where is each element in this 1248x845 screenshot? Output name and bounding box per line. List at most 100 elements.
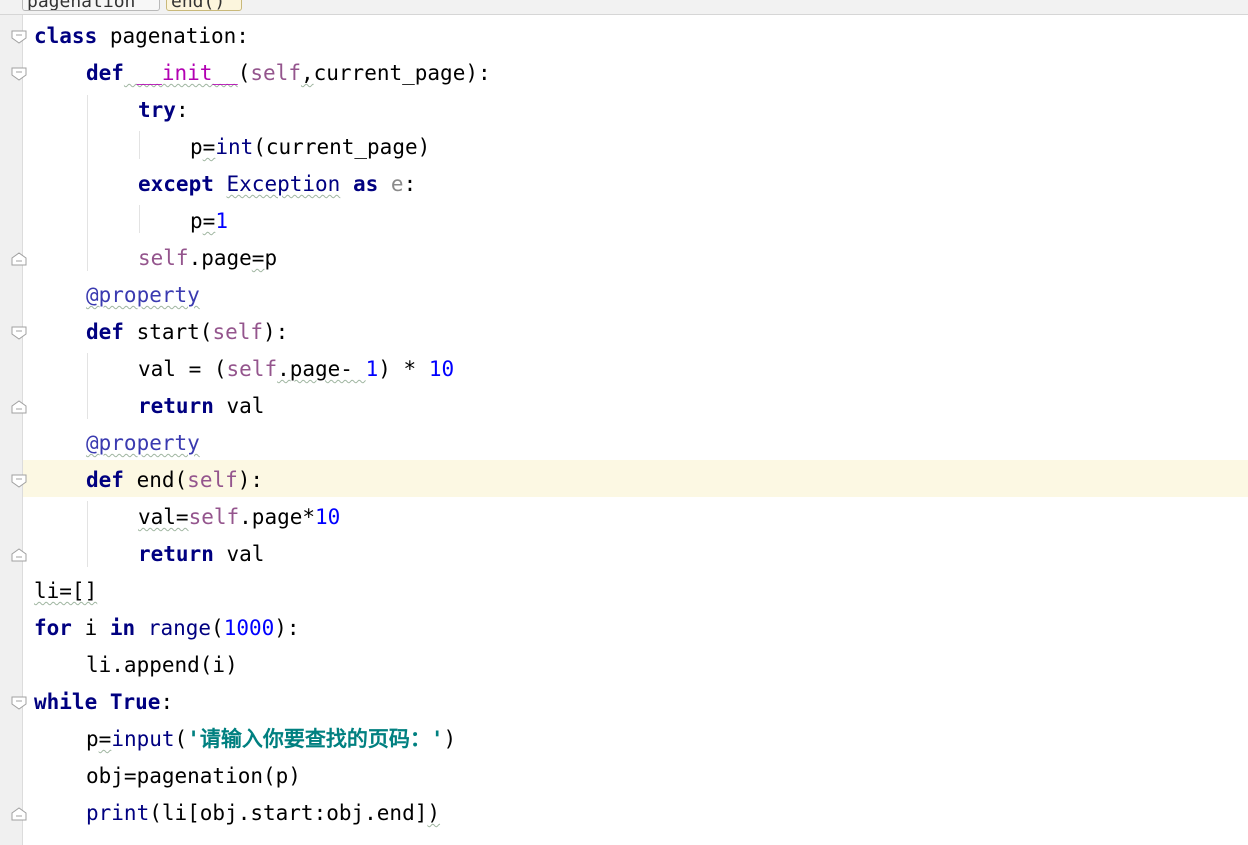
- self-keyword: self: [250, 61, 301, 85]
- code-line-14[interactable]: val=self.page*10: [138, 499, 340, 536]
- punct: ):: [237, 468, 264, 492]
- operator: =: [98, 727, 112, 751]
- breadcrumb-item-method[interactable]: end(): [166, 0, 242, 11]
- keyword: as: [352, 172, 379, 196]
- code-line-7[interactable]: self.page=p: [138, 240, 277, 277]
- punct: (: [174, 468, 188, 492]
- self-keyword: self: [138, 246, 189, 270]
- punct: (: [199, 320, 213, 344]
- number: 10: [315, 505, 341, 529]
- keyword: def: [86, 320, 124, 344]
- code-line-22[interactable]: print(li[obj.start:obj.end]): [86, 795, 440, 832]
- code-line-8[interactable]: @property: [86, 277, 200, 314]
- punct: :: [236, 24, 249, 48]
- punct: ):: [263, 320, 289, 344]
- punct: ): [427, 801, 441, 825]
- attribute: .page: [188, 246, 252, 270]
- fold-open-icon[interactable]: [11, 30, 27, 44]
- attribute: .page-: [277, 357, 366, 381]
- indent-guide: [87, 353, 88, 419]
- code-line-15[interactable]: return val: [138, 536, 264, 573]
- fold-open-icon[interactable]: [11, 326, 27, 340]
- method-name: end: [123, 468, 175, 492]
- keyword: def: [86, 61, 124, 85]
- builtin: int: [215, 135, 254, 159]
- code-line-13[interactable]: def end(self):: [86, 462, 263, 499]
- code-text: ) *: [378, 357, 429, 381]
- punct: :: [160, 690, 174, 714]
- code-text: val = (: [138, 357, 227, 381]
- keyword: class: [34, 24, 98, 48]
- code-line-2[interactable]: def __init__(self,current_page):: [86, 55, 491, 92]
- punct: (: [237, 61, 251, 85]
- code-line-18[interactable]: li.append(i): [86, 647, 238, 684]
- number: 10: [428, 357, 455, 381]
- fold-open-icon[interactable]: [11, 474, 27, 488]
- method-name: __init__: [123, 61, 238, 85]
- indent-guide: [139, 205, 140, 233]
- keyword: while: [34, 690, 98, 714]
- builtin: range: [147, 616, 212, 640]
- fold-open-icon[interactable]: [11, 67, 27, 81]
- code-line-20[interactable]: p=input('请输入你要查找的页码：'): [86, 721, 456, 758]
- code-line-12[interactable]: @property: [86, 425, 200, 462]
- fold-close-icon[interactable]: [11, 548, 27, 562]
- builtin: print: [86, 801, 150, 825]
- gutter[interactable]: [0, 15, 23, 845]
- decorator: @property: [86, 283, 200, 307]
- fold-close-icon[interactable]: [11, 807, 27, 821]
- punct: ,: [300, 61, 314, 85]
- code-text: li.append(i): [86, 653, 238, 677]
- self-keyword: self: [187, 468, 238, 492]
- identifier: val: [213, 542, 265, 566]
- code-line-5[interactable]: except Exception as e:: [138, 166, 416, 203]
- number: 1000: [223, 616, 275, 640]
- breadcrumb-item-class[interactable]: pagenation: [22, 0, 160, 11]
- fold-close-icon[interactable]: [11, 400, 27, 414]
- code-line-16[interactable]: li=[]: [34, 573, 97, 610]
- code-line-19[interactable]: while True:: [34, 684, 173, 721]
- punct: (: [211, 616, 224, 640]
- code-line-1[interactable]: class pagenation:: [34, 18, 249, 55]
- indent-guide: [87, 95, 88, 271]
- operator: =: [202, 135, 216, 159]
- code-text: obj=pagenation(p): [86, 764, 301, 788]
- keyword: True: [109, 690, 161, 714]
- code-line-9[interactable]: def start(self):: [86, 314, 288, 351]
- keyword: return: [138, 542, 214, 566]
- code-text: i: [71, 616, 110, 640]
- self-keyword: self: [212, 320, 264, 344]
- string-literal: '请输入你要查找的页码：': [187, 727, 444, 751]
- code-line-3[interactable]: try:: [138, 92, 189, 129]
- indent-guide: [139, 131, 140, 159]
- number: 1: [365, 357, 379, 381]
- code-line-17[interactable]: for i in range(1000):: [34, 610, 300, 647]
- breadcrumb: pagenation end(): [0, 0, 1248, 15]
- code-line-10[interactable]: val = (self.page- 1) * 10: [138, 351, 454, 388]
- punct: (: [174, 727, 188, 751]
- code-text: val=: [138, 505, 189, 529]
- code-line-21[interactable]: obj=pagenation(p): [86, 758, 301, 795]
- exception-class: Exception: [226, 172, 341, 196]
- fold-close-icon[interactable]: [11, 252, 27, 266]
- keyword: for: [34, 616, 72, 640]
- keyword: return: [138, 394, 214, 418]
- self-keyword: self: [226, 357, 278, 381]
- code-line-11[interactable]: return val: [138, 388, 264, 425]
- punct: ): [443, 727, 457, 751]
- punct: :: [403, 172, 417, 196]
- code-line-6[interactable]: p=1: [190, 203, 228, 240]
- identifier: p: [190, 135, 203, 159]
- decorator: @property: [86, 431, 200, 455]
- code-text: (li[obj.start:obj.end]: [149, 801, 428, 825]
- fold-open-icon[interactable]: [11, 696, 27, 710]
- identifier: val: [213, 394, 265, 418]
- self-keyword: self: [188, 505, 240, 529]
- code-line-4[interactable]: p=int(current_page): [190, 129, 430, 166]
- args: (current_page): [253, 135, 431, 159]
- method-name: start: [123, 320, 200, 344]
- class-name: pagenation: [97, 24, 237, 48]
- punct: ):: [465, 61, 491, 85]
- keyword: try: [138, 98, 176, 122]
